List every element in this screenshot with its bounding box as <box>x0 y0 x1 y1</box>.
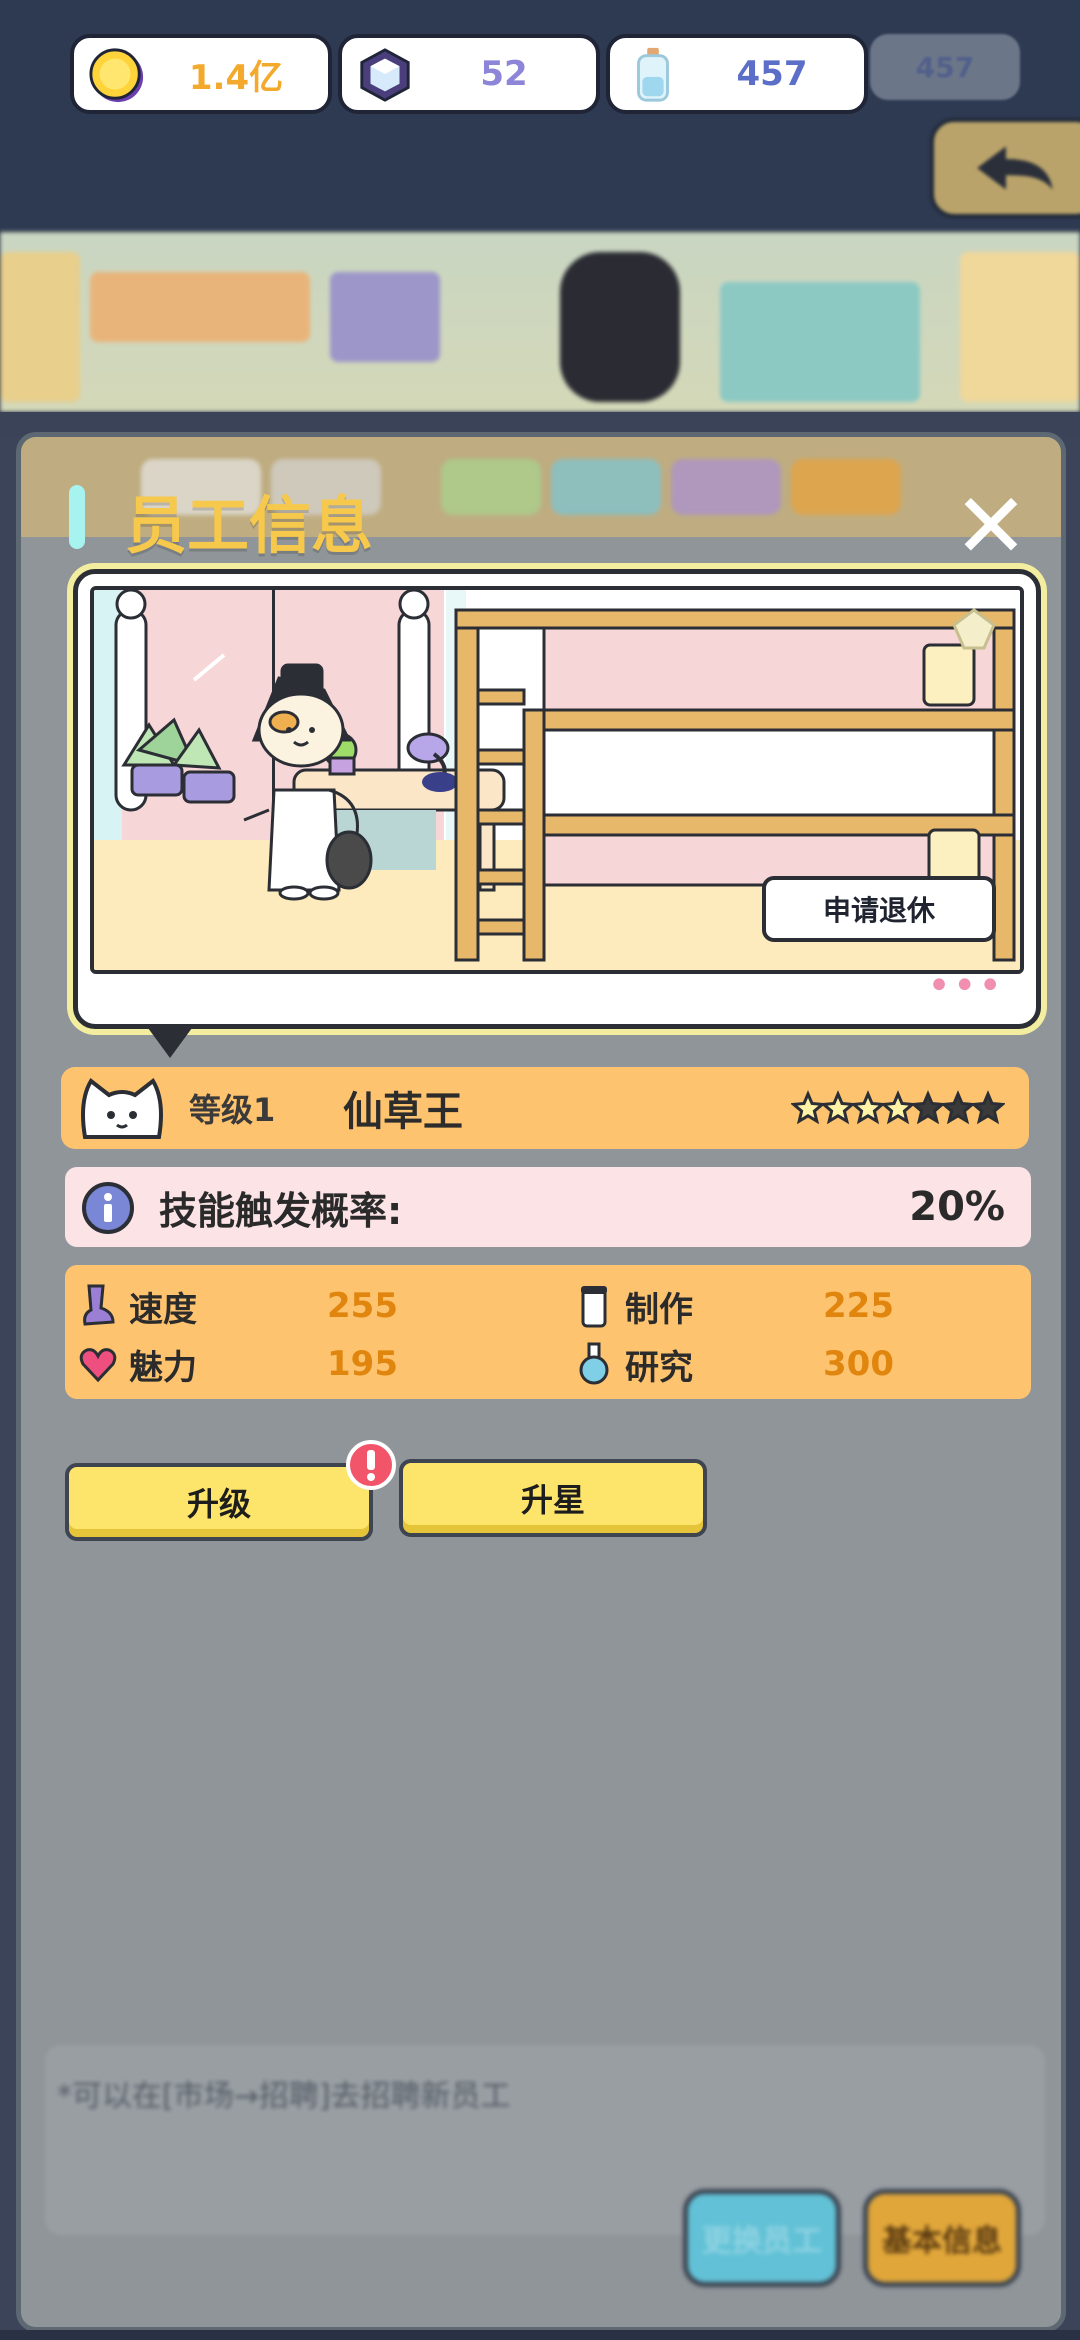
potion-amount: 457 <box>736 54 808 94</box>
stat-speed: 速度 255 <box>79 1281 398 1331</box>
panel-title: 员工信息 <box>125 489 374 562</box>
alert-badge-icon <box>346 1440 396 1490</box>
skill-trigger-value: 20% <box>909 1184 1005 1230</box>
star-empty-icon <box>969 1090 1005 1125</box>
star-filled-icon <box>791 1090 827 1125</box>
stat-value: 195 <box>327 1344 398 1384</box>
skill-trigger-bar[interactable]: 技能触发概率: 20% <box>65 1167 1031 1247</box>
stat-label: 魅力 <box>129 1347 197 1388</box>
employee-portrait-card: 申请退休 ••• <box>73 569 1041 1058</box>
back-arrow-icon <box>977 146 1053 190</box>
close-icon: ✕ <box>953 474 1029 579</box>
bottom-edge <box>0 2330 1080 2340</box>
flask-icon <box>579 1342 609 1385</box>
footer-hint-text: *可以在[市场→招聘]去招聘新员工 <box>57 2079 511 2114</box>
gem-icon <box>360 48 410 102</box>
stat-label: 制作 <box>625 1289 693 1330</box>
more-dots-icon[interactable]: ••• <box>927 966 1004 1006</box>
star-up-button[interactable]: 升星 <box>399 1459 707 1537</box>
cup-icon <box>581 1286 607 1328</box>
stat-research: 研究 300 <box>575 1339 894 1389</box>
gold-coin-icon <box>89 48 144 103</box>
stat-value: 300 <box>823 1344 894 1384</box>
back-button[interactable] <box>930 118 1080 218</box>
employee-info-panel: 员工信息 ✕ 申请退休 ••• 等级1 仙草王 技能触发概率: 20% 速度 2… <box>16 432 1066 2332</box>
change-employee-button[interactable]: 更换员工 <box>683 2189 841 2287</box>
boot-icon <box>83 1284 115 1326</box>
ghost-tab <box>671 459 781 515</box>
potion-bottle-icon <box>637 47 669 102</box>
cat-head-icon <box>81 1078 163 1139</box>
info-icon[interactable] <box>81 1181 135 1235</box>
stat-label: 速度 <box>129 1289 197 1330</box>
stat-crafting: 制作 225 <box>575 1281 894 1331</box>
stat-charm: 魅力 195 <box>79 1339 398 1389</box>
star-filled-icon <box>879 1090 917 1125</box>
employee-stats: 速度 255 制作 225 魅力 195 研究 300 <box>65 1265 1031 1399</box>
stat-label: 研究 <box>625 1347 693 1388</box>
upgrade-button[interactable]: 升级 <box>65 1463 373 1541</box>
resource-gem[interactable]: 52 <box>338 34 600 114</box>
skill-trigger-label: 技能触发概率: <box>159 1188 403 1233</box>
star-empty-icon <box>909 1090 947 1125</box>
employee-level: 等级1 <box>189 1091 276 1129</box>
star-empty-icon <box>939 1090 977 1125</box>
ghost-tab <box>551 459 661 515</box>
stat-value: 255 <box>327 1286 398 1326</box>
close-button[interactable]: ✕ <box>951 482 1031 572</box>
basic-info-button[interactable]: 基本信息 <box>863 2189 1021 2287</box>
gem-amount: 52 <box>480 54 528 94</box>
star-filled-icon <box>849 1090 887 1125</box>
employee-name-bar: 等级1 仙草王 <box>61 1067 1029 1149</box>
resource-gold[interactable]: 1.4亿 <box>70 34 332 114</box>
background-room-scene <box>0 232 1080 412</box>
star-rating <box>791 1090 1005 1125</box>
heart-icon <box>79 1348 117 1383</box>
title-accent-bar <box>69 485 85 549</box>
employee-name: 仙草王 <box>343 1089 463 1135</box>
resource-potion[interactable]: 457 <box>606 34 868 114</box>
resource-ghost-pill: 457 <box>870 34 1020 100</box>
ghost-tab <box>791 459 901 515</box>
ghost-tab <box>441 459 541 515</box>
star-filled-icon <box>819 1090 857 1125</box>
stat-value: 225 <box>823 1286 894 1326</box>
gold-amount: 1.4亿 <box>188 57 284 98</box>
apply-retirement-button[interactable]: 申请退休 <box>762 876 996 942</box>
